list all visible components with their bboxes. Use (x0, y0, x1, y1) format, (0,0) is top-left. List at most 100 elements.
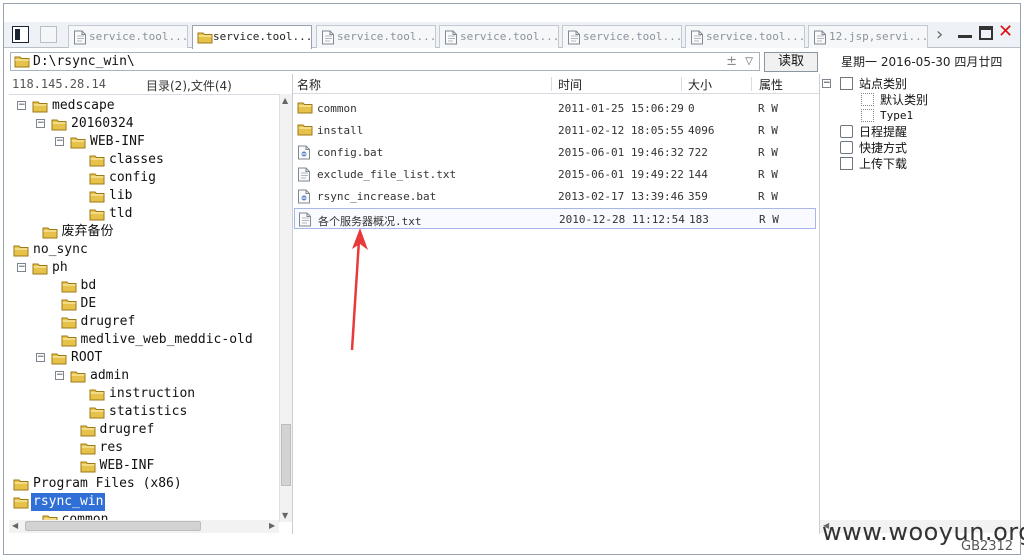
folder-icon (13, 245, 29, 257)
tab-strip: service.tool... service.tool... service.to… (4, 22, 1020, 49)
scroll-up-icon[interactable]: ▲ (282, 96, 288, 105)
file-row[interactable]: common 2011-01-25 15:06:29 0 R W (294, 98, 816, 119)
encoding-indicator: GB2312 (961, 539, 1014, 554)
tree-item-label: res (99, 440, 123, 455)
read-button[interactable]: 读取 (764, 52, 818, 72)
tab-label: service.tool... (337, 30, 436, 43)
folder-icon (61, 299, 76, 311)
close-icon[interactable]: ✕ (998, 23, 1013, 41)
collapse-toggle-icon[interactable]: − (17, 263, 26, 272)
tree-item-label: no_sync (33, 242, 88, 257)
folder-icon (42, 227, 57, 239)
file-row[interactable]: exclude_file_list.txt 2015-06-01 19:49:22… (294, 164, 816, 185)
app-window: service.tool... service.tool... service.to… (3, 3, 1024, 555)
tree-horizontal-scrollbar[interactable]: ◀ ▶ (9, 520, 279, 533)
column-header-time[interactable]: 时间 (558, 76, 582, 93)
tab-4[interactable]: service.tool... (562, 25, 682, 48)
category-icon (861, 93, 874, 106)
folder-icon (89, 407, 105, 419)
tab-3[interactable]: service.tool... (439, 25, 559, 48)
folder-icon (13, 479, 29, 491)
folder-icon (80, 443, 95, 455)
address-path: D:\rsync_win\ (33, 54, 135, 69)
tree-item-label: drugref (99, 422, 155, 437)
file-time: 2015-06-01 19:46:32 (558, 146, 684, 159)
maximize-icon[interactable] (979, 26, 993, 40)
file-list-header: 名称 时间 大小 属性 (293, 74, 819, 94)
column-header-name[interactable]: 名称 (297, 76, 321, 93)
directory-tree[interactable]: − medscape −20160324− WEB-INF classes config l… (9, 94, 292, 522)
tree-item-label: ph (52, 260, 68, 275)
date-display: 星期一 2016-05-30 四月廿四 (841, 55, 1003, 69)
folder-icon (32, 101, 48, 113)
tab-scroll-right-icon[interactable]: › (936, 24, 943, 45)
tree-vertical-scrollbar[interactable]: ▲ ▼ (279, 94, 292, 522)
server-ip: 118.145.28.14 (12, 77, 106, 91)
new-tab-icon[interactable] (40, 26, 57, 43)
tab-6[interactable]: 12.jsp,servi... (808, 25, 928, 48)
tree-item-label: bd (80, 278, 97, 293)
scroll-thumb[interactable] (25, 521, 201, 531)
tab-0[interactable]: service.tool... (68, 25, 188, 48)
tree-item-label: lib (109, 188, 133, 203)
tab-2[interactable]: service.tool... (316, 25, 436, 48)
tree-item-label: rsync_win (31, 493, 106, 511)
pane-divider[interactable] (819, 74, 820, 534)
left-panel-header: 118.145.28.14 目录(2),文件(4) (12, 77, 292, 93)
tree-item-label: 20160324 (71, 116, 134, 131)
category-icon (861, 109, 874, 122)
address-bar[interactable]: D:\rsync_win\ ± ▽ (10, 52, 760, 71)
column-header-size[interactable]: 大小 (688, 76, 712, 93)
file-time: 2011-01-25 15:06:29 (558, 102, 684, 115)
file-icon (814, 30, 826, 45)
file-attr: R W (758, 168, 778, 181)
tree-item-label: tld (109, 206, 133, 221)
file-size: 0 (688, 102, 695, 115)
chevron-down-icon[interactable]: ▽ (745, 53, 753, 71)
plus-minus-icon[interactable]: ± (726, 53, 737, 71)
tab-label: service.tool... (583, 30, 682, 43)
tab-1[interactable]: service.tool... (192, 25, 312, 49)
scroll-down-icon[interactable]: ▼ (282, 511, 288, 520)
scroll-left-icon[interactable]: ◀ (12, 521, 18, 530)
tab-5[interactable]: service.tool... (685, 25, 805, 48)
file-time: 2010-12-28 11:12:54 (559, 213, 685, 226)
tab-label: service.tool... (89, 30, 188, 43)
tree-item-label: WEB-INF (90, 134, 145, 149)
minimize-icon[interactable] (958, 26, 972, 38)
folder-icon (80, 425, 95, 437)
file-row[interactable]: rsync_increase.bat 2013-02-17 13:39:46 359… (294, 186, 816, 207)
folder-icon (197, 32, 213, 44)
tab-label: service.tool... (213, 30, 312, 43)
file-size: 4096 (688, 124, 715, 137)
file-icon (322, 30, 334, 45)
annotation-arrow-icon (350, 228, 368, 351)
tree-item-label: config (109, 170, 156, 185)
collapse-toggle-icon[interactable]: − (17, 101, 26, 110)
folder-icon (61, 317, 76, 329)
batch-file-icon (298, 145, 310, 160)
tree-item-label: ROOT (71, 350, 103, 365)
collapse-toggle-icon[interactable]: − (36, 353, 45, 362)
folder-icon (32, 263, 48, 275)
collapse-toggle-icon[interactable]: − (55, 137, 64, 146)
tab-label: service.tool... (460, 30, 559, 43)
file-icon (74, 30, 86, 45)
pane-divider[interactable] (292, 74, 293, 534)
collapse-toggle-icon[interactable]: − (36, 119, 45, 128)
collapse-toggle-icon[interactable]: − (822, 79, 831, 88)
scroll-thumb[interactable] (281, 424, 291, 486)
file-row[interactable]: config.bat 2015-06-01 19:46:32 722 R W (294, 142, 816, 163)
tree-item-label: Program Files (x86) (33, 476, 182, 491)
scroll-right-icon[interactable]: ▶ (269, 521, 275, 530)
column-header-attr[interactable]: 属性 (759, 76, 783, 93)
transfer-icon (840, 157, 853, 170)
file-row[interactable]: install 2011-02-12 18:05:55 4096 R W (294, 120, 816, 141)
panel-toggle-icon[interactable] (12, 26, 29, 43)
folder-icon (61, 335, 76, 347)
collapse-toggle-icon[interactable]: − (55, 371, 64, 380)
file-icon (568, 30, 580, 45)
tree-item-label: WEB-INF (99, 458, 155, 473)
folder-icon (89, 191, 105, 203)
tree-item-label: admin (90, 368, 130, 383)
